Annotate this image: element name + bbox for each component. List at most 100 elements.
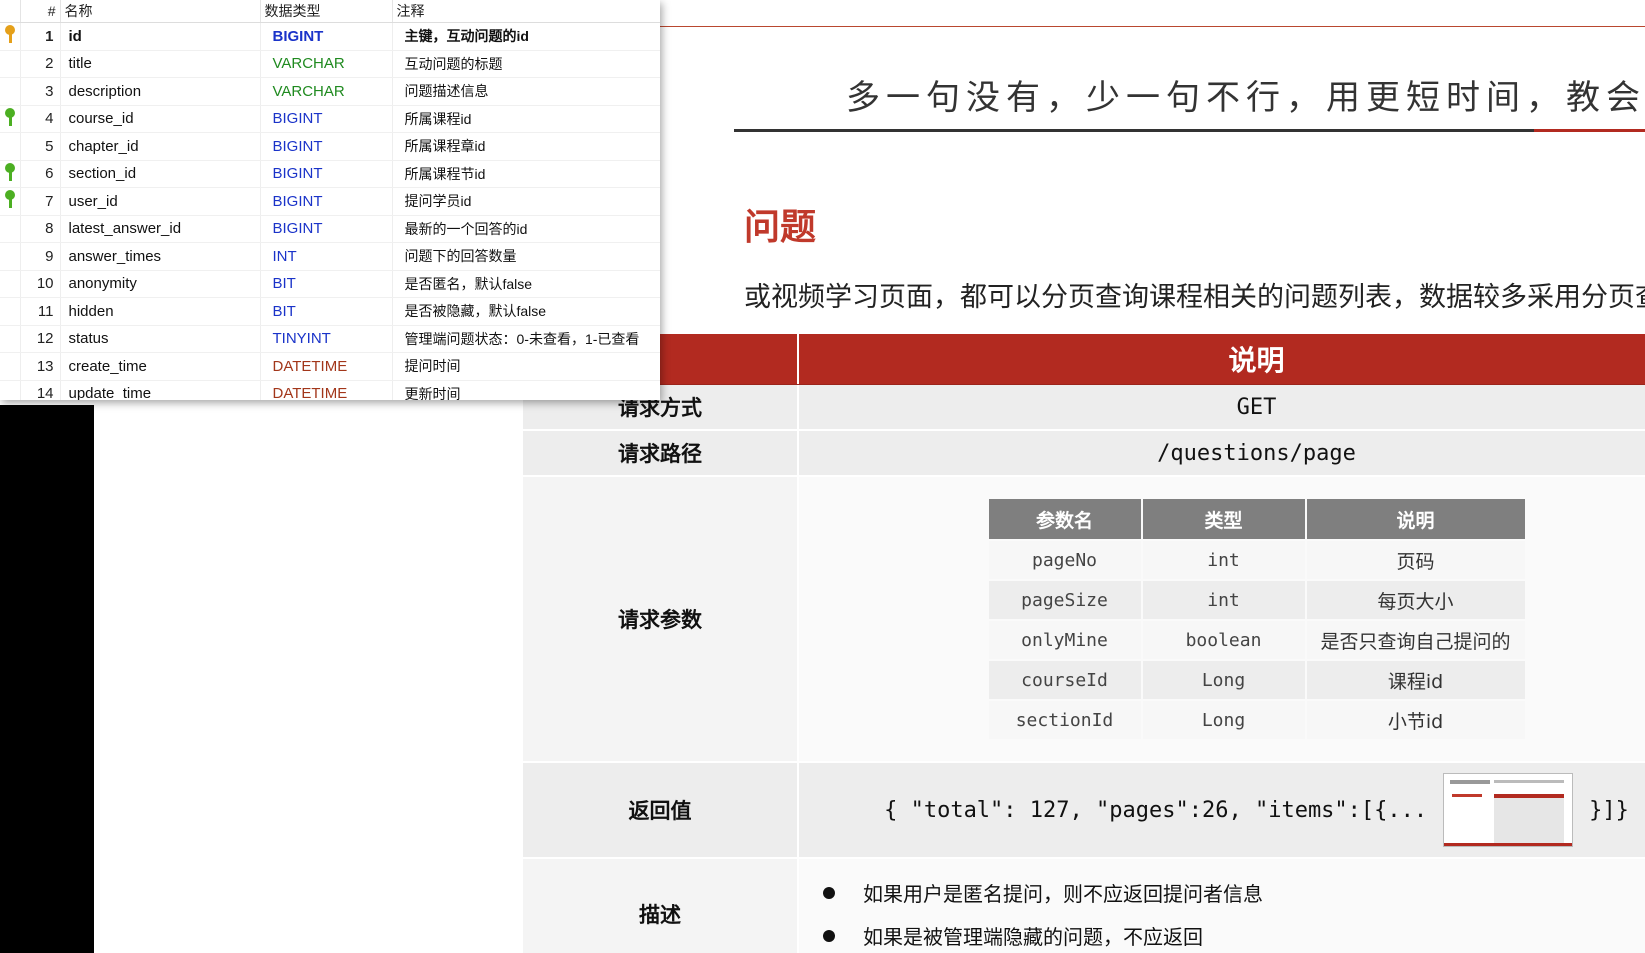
- column-name: answer_times: [60, 242, 261, 271]
- param-name: onlyMine: [988, 621, 1141, 659]
- column-comment: 更新时间: [392, 380, 660, 400]
- column-index: 1: [20, 22, 61, 51]
- column-name: id: [60, 22, 261, 51]
- param-type: int: [1142, 541, 1305, 579]
- column-type: INT: [260, 242, 393, 271]
- path-label: 请求路径: [523, 431, 799, 475]
- column-index: 10: [20, 270, 61, 298]
- column-type: BIT: [260, 297, 393, 326]
- col-header-type[interactable]: 数据类型: [260, 0, 393, 23]
- column-type: BIGINT: [260, 132, 393, 161]
- column-index: 7: [20, 187, 61, 216]
- desc-label: 描述: [523, 859, 799, 953]
- bullet-icon: [823, 929, 835, 942]
- column-name: course_id: [60, 105, 261, 133]
- return-row: 返回值 { "total": 127, "pages":26, "items":…: [523, 763, 1645, 859]
- column-type: DATETIME: [260, 352, 393, 381]
- column-row[interactable]: 6 section_id BIGINT 所属课程节id: [0, 160, 660, 188]
- column-index: 8: [20, 215, 61, 243]
- param-col-type: 类型: [1142, 499, 1305, 539]
- column-index: 12: [20, 325, 61, 353]
- column-comment: 所属课程章id: [392, 132, 660, 161]
- param-row: sectionId Long 小节id: [988, 701, 1525, 739]
- method-value: GET: [1236, 394, 1277, 420]
- embedded-slide-thumbnail[interactable]: [1443, 773, 1574, 847]
- column-row[interactable]: 8 latest_answer_id BIGINT 最新的一个回答的id: [0, 215, 660, 243]
- param-name: pageSize: [988, 581, 1141, 619]
- column-name: anonymity: [60, 270, 261, 298]
- column-name: latest_answer_id: [60, 215, 261, 243]
- column-comment: 问题描述信息: [392, 77, 660, 106]
- column-comment: 是否被隐藏，默认false: [392, 297, 660, 326]
- column-name: user_id: [60, 187, 261, 216]
- column-row[interactable]: 14 update_time DATETIME 更新时间: [0, 380, 660, 400]
- param-row: courseId Long 课程id: [988, 661, 1525, 699]
- bullet-icon: [823, 886, 835, 899]
- col-header-index[interactable]: #: [20, 0, 61, 23]
- column-comment: 管理端问题状态：0-未查看，1-已查看: [392, 325, 660, 353]
- desc-list: 如果用户是匿名提问，则不应返回提问者信息 如果是被管理端隐藏的问题，不应返回: [799, 871, 1645, 953]
- param-type: boolean: [1142, 621, 1305, 659]
- column-type: VARCHAR: [260, 77, 393, 106]
- index-key-icon: [4, 162, 15, 181]
- column-row[interactable]: 9 answer_times INT 问题下的回答数量: [0, 242, 660, 271]
- column-index: 11: [20, 297, 61, 326]
- columns-header-row: # 名称 数据类型 注释: [0, 0, 660, 23]
- path-value: /questions/page: [1157, 440, 1356, 466]
- slogan-divider: [734, 129, 1645, 132]
- column-comment: 提问学员id: [392, 187, 660, 216]
- column-row[interactable]: 5 chapter_id BIGINT 所属课程章id: [0, 132, 660, 161]
- column-row[interactable]: 2 title VARCHAR 互动问题的标题: [0, 50, 660, 78]
- column-row[interactable]: 4 course_id BIGINT 所属课程id: [0, 105, 660, 133]
- api-spec-table: 说明 请求方式 GET 请求路径 /questions/page 请求参数 参数…: [523, 334, 1645, 953]
- intro-text: 或视频学习页面，都可以分页查询课程相关的问题列表，数据较多采用分页查询: [744, 282, 1645, 313]
- column-index: 3: [20, 77, 61, 106]
- column-row[interactable]: 12 status TINYINT 管理端问题状态：0-未查看，1-已查看: [0, 325, 660, 353]
- column-type: BIGINT: [260, 160, 393, 188]
- param-name: sectionId: [988, 701, 1141, 739]
- column-name: chapter_id: [60, 132, 261, 161]
- column-name: status: [60, 325, 261, 353]
- window-edge: [0, 405, 94, 953]
- params-table: 参数名 类型 说明 pageNo int 页码 pageSize int 每页大…: [987, 497, 1527, 741]
- param-row: pageSize int 每页大小: [988, 581, 1525, 619]
- column-row[interactable]: 13 create_time DATETIME 提问时间: [0, 352, 660, 381]
- column-name: description: [60, 77, 261, 106]
- column-row[interactable]: 1 id BIGINT 主键，互动问题的id: [0, 22, 660, 51]
- desc-item: 如果用户是匿名提问，则不应返回提问者信息: [823, 871, 1645, 914]
- col-header-comment[interactable]: 注释: [392, 0, 660, 23]
- primary-key-icon: [4, 25, 15, 44]
- header-desc: 说明: [1228, 344, 1285, 377]
- column-comment: 最新的一个回答的id: [392, 215, 660, 243]
- col-header-name[interactable]: 名称: [60, 0, 261, 23]
- column-name: create_time: [60, 352, 261, 381]
- column-row[interactable]: 3 description VARCHAR 问题描述信息: [0, 77, 660, 106]
- column-type: VARCHAR: [260, 50, 393, 78]
- param-desc: 课程id: [1306, 661, 1525, 699]
- columns-table: # 名称 数据类型 注释 1 id BIGINT 主键，互动问题的id 2 title VA…: [0, 0, 660, 400]
- slogan-divider-accent: [1534, 129, 1645, 132]
- api-table-header: 说明: [523, 334, 1645, 385]
- column-comment: 所属课程id: [392, 105, 660, 133]
- top-divider: [660, 26, 1645, 27]
- param-desc: 小节id: [1306, 701, 1525, 739]
- column-type: BIGINT: [260, 215, 393, 243]
- return-value: { "total": 127, "pages":26, "items":[{..…: [884, 797, 1428, 823]
- param-col-name: 参数名: [988, 499, 1141, 539]
- param-row: pageNo int 页码: [988, 541, 1525, 579]
- params-label: 请求参数: [523, 477, 799, 761]
- column-name: update_time: [60, 380, 261, 400]
- column-row[interactable]: 11 hidden BIT 是否被隐藏，默认false: [0, 297, 660, 326]
- column-type: TINYINT: [260, 325, 393, 353]
- column-row[interactable]: 10 anonymity BIT 是否匿名，默认false: [0, 270, 660, 298]
- param-name: courseId: [988, 661, 1141, 699]
- param-type: Long: [1142, 701, 1305, 739]
- column-comment: 主键，互动问题的id: [392, 22, 660, 51]
- column-name: section_id: [60, 160, 261, 188]
- column-index: 6: [20, 160, 61, 188]
- column-row[interactable]: 7 user_id BIGINT 提问学员id: [0, 187, 660, 216]
- column-name: title: [60, 50, 261, 78]
- params-row: 请求参数 参数名 类型 说明 pageNo int 页码 pageSize in…: [523, 477, 1645, 763]
- column-index: 13: [20, 352, 61, 381]
- column-comment: 互动问题的标题: [392, 50, 660, 78]
